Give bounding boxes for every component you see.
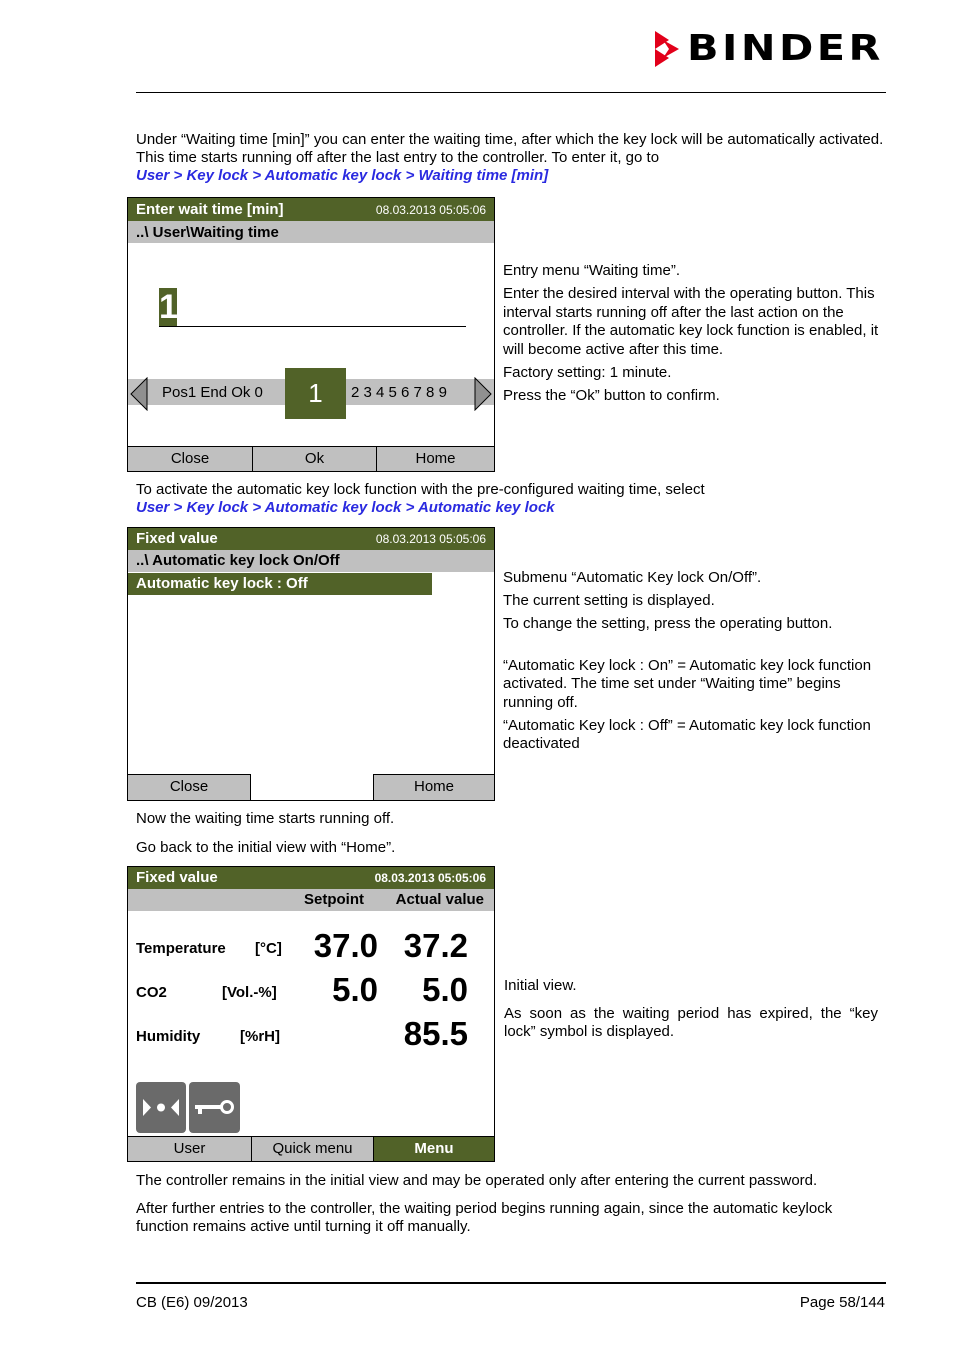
description-line: Submenu “Automatic Key lock On/Off”.	[503, 569, 762, 586]
menu-path-waiting-time: User > Key lock > Automatic key lock > W…	[136, 167, 549, 184]
temperature-label: Temperature	[136, 940, 226, 957]
screen-title-bar: Enter wait time [min] 08.03.2013 05:05:0…	[128, 198, 494, 221]
description-line: The current setting is displayed.	[503, 592, 715, 609]
waiting-starts-text: Now the waiting time starts running off.	[136, 810, 395, 827]
temperature-actual: 37.2	[403, 927, 468, 964]
humidity-actual: 85.5	[403, 1015, 468, 1052]
description-line: “Automatic Key lock : On” = Automatic ke…	[503, 656, 872, 711]
description-line: “Automatic Key lock : Off” = Automatic k…	[503, 716, 871, 753]
door-icon[interactable]	[136, 1082, 186, 1133]
screen-path: ..\ Automatic key lock On/Off	[136, 552, 340, 569]
logo-arrow-icon	[655, 31, 681, 67]
temperature-unit: [°C]	[255, 940, 282, 957]
screen-path: ..\ User\Waiting time	[136, 224, 279, 241]
screen-datetime: 08.03.2013 05:05:06	[375, 532, 486, 546]
setpoint-column-header: Setpoint	[304, 891, 364, 908]
selector-left-options[interactable]: Pos1 End Ok 0	[162, 384, 263, 401]
screen-title: Fixed value	[136, 530, 218, 547]
screen-button-bar: User Quick menu Menu	[128, 1136, 494, 1161]
menu-item-automatic-key-lock[interactable]: Automatic key lock : Off	[128, 573, 432, 595]
screen-datetime: 08.03.2013 05:05:06	[375, 203, 486, 217]
co2-actual: 5.0	[422, 971, 468, 1008]
close-button[interactable]: Close	[128, 774, 250, 800]
quick-menu-button[interactable]: Quick menu	[251, 1136, 373, 1161]
humidity-label: Humidity	[136, 1028, 201, 1045]
temperature-setpoint: 37.0	[313, 927, 378, 964]
footer-page-number: Page 58/144	[799, 1294, 885, 1311]
arrow-left-icon[interactable]	[130, 376, 148, 416]
description-line: Factory setting: 1 minute.	[503, 363, 672, 381]
description-line: Enter the desired interval with the oper…	[503, 285, 879, 358]
description-line: As soon as the waiting period has expire…	[504, 1004, 878, 1041]
home-button[interactable]: Home	[376, 446, 494, 471]
screen-path-bar: ..\ User\Waiting time	[128, 221, 494, 243]
ok-button[interactable]: Ok	[252, 446, 376, 471]
menu-item-label: Automatic key lock : Off	[136, 575, 308, 592]
key-icon[interactable]	[189, 1082, 240, 1133]
co2-label: CO2	[136, 984, 167, 1001]
screen-button-bar: Close Ok Home	[128, 446, 494, 471]
activate-paragraph: To activate the automatic key lock funct…	[136, 481, 886, 517]
screen-datetime: 08.03.2013 05:05:06	[374, 871, 486, 885]
description-line: Entry menu “Waiting time”.	[503, 262, 680, 279]
entry-underline	[159, 326, 466, 327]
screen-path-bar: ..\ Automatic key lock On/Off	[128, 550, 494, 572]
home-button[interactable]: Home	[373, 774, 494, 800]
close-button[interactable]: Close	[128, 446, 252, 471]
arrow-right-icon[interactable]	[474, 376, 492, 416]
selector-current-digit[interactable]: 1	[285, 368, 346, 419]
screen-title: Enter wait time [min]	[136, 201, 284, 218]
wait-time-entry-screen: Enter wait time [min] 08.03.2013 05:05:0…	[127, 197, 495, 472]
closing-paragraph-2: After further entries to the controller,…	[136, 1200, 833, 1235]
description-line: Press the “Ok” button to confirm.	[503, 386, 720, 404]
column-header-bar: Setpoint Actual value	[128, 889, 494, 911]
screen2-description: Submenu “Automatic Key lock On/Off”. The…	[503, 569, 888, 758]
description-line: Initial view.	[504, 977, 577, 994]
screen-button-bar: Close Home	[128, 774, 494, 800]
menu-button[interactable]: Menu	[373, 1136, 494, 1161]
screen-title-bar: Fixed value 08.03.2013 05:05:06	[128, 528, 494, 550]
entry-value-cursor[interactable]: 1	[159, 288, 178, 326]
initial-view-screen: Fixed value 08.03.2013 05:05:06 Setpoint…	[127, 866, 495, 1162]
description-line: To change the setting, press the operati…	[503, 615, 833, 632]
closing-paragraph-1: The controller remains in the initial vi…	[136, 1172, 818, 1189]
footer-document-id: CB (E6) 09/2013	[136, 1294, 248, 1311]
screen1-description: Entry menu “Waiting time”. Enter the des…	[503, 262, 888, 410]
menu-path-automatic-key-lock: User > Key lock > Automatic key lock > A…	[136, 499, 555, 516]
screen-title-bar: Fixed value 08.03.2013 05:05:06	[128, 867, 494, 889]
intro-paragraph: Under “Waiting time [min]” you can enter…	[136, 131, 886, 185]
binder-logo: BINDER	[655, 30, 880, 68]
screen3-description: Initial view. As soon as the waiting per…	[504, 977, 878, 1046]
humidity-unit: [%rH]	[240, 1028, 280, 1045]
brand-name: BINDER	[687, 28, 884, 69]
user-button[interactable]: User	[128, 1136, 251, 1161]
go-home-text: Go back to the initial view with “Home”.	[136, 839, 396, 856]
co2-unit: [Vol.-%]	[222, 984, 277, 1001]
selector-right-options[interactable]: 2 3 4 5 6 7 8 9	[351, 384, 447, 401]
header-divider	[136, 92, 886, 93]
automatic-key-lock-screen: Fixed value 08.03.2013 05:05:06 ..\ Auto…	[127, 527, 495, 801]
co2-setpoint: 5.0	[332, 971, 378, 1008]
screen-title: Fixed value	[136, 869, 218, 886]
actual-value-column-header: Actual value	[395, 891, 484, 908]
footer-divider	[136, 1282, 886, 1284]
activate-text: To activate the automatic key lock funct…	[136, 481, 705, 498]
intro-text: Under “Waiting time [min]” you can enter…	[136, 131, 884, 166]
empty-button-slot	[250, 774, 373, 800]
